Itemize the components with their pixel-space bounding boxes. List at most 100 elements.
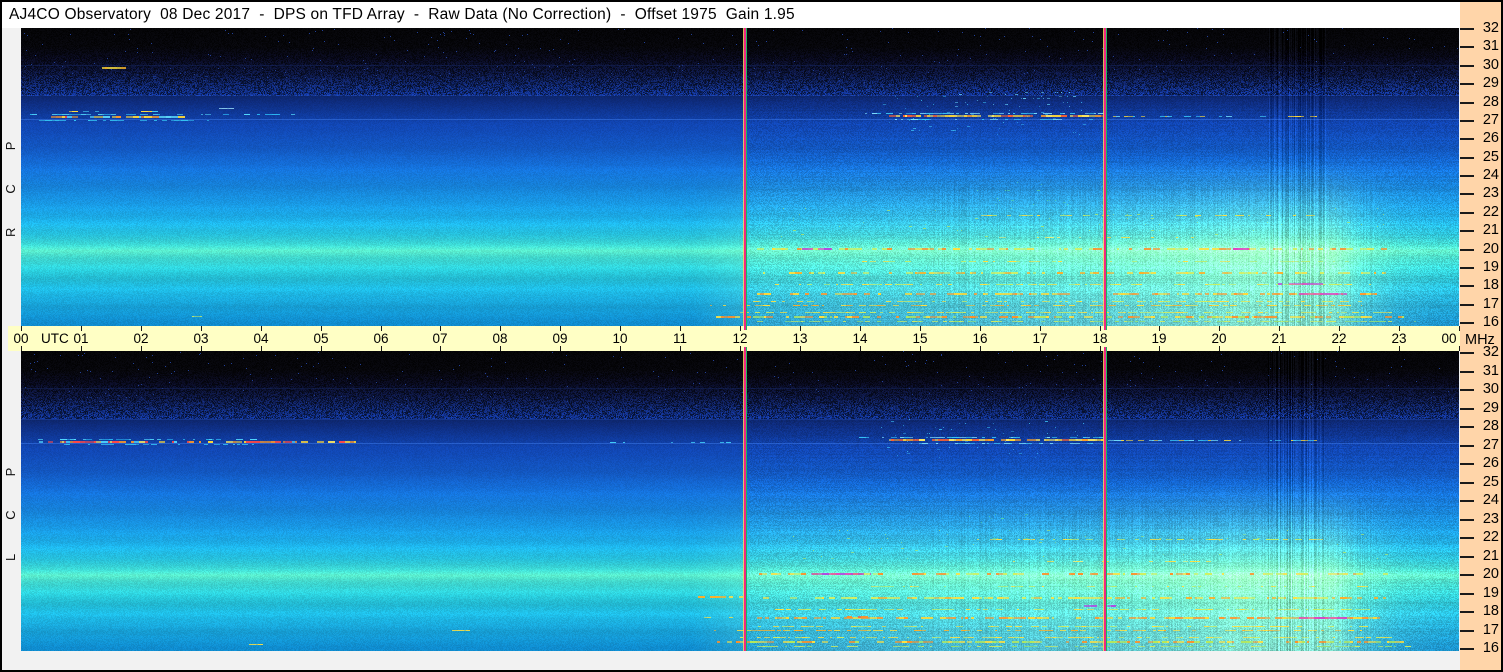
freq-tick-label: 25	[1482, 149, 1499, 165]
time-tick-label: 23	[1391, 331, 1407, 346]
time-tick-label: 09	[552, 331, 568, 346]
event-line-tick	[1104, 347, 1107, 351]
freq-tick	[1460, 463, 1474, 465]
time-tick	[201, 346, 202, 351]
time-tick	[1100, 346, 1101, 351]
time-tick	[1040, 346, 1041, 351]
lcp-label-text: LCP	[3, 433, 18, 561]
time-tick-label: 00	[1441, 331, 1457, 346]
event-line-tick	[1104, 326, 1107, 330]
freq-tick	[1460, 445, 1474, 447]
time-tick	[920, 346, 921, 351]
rcp-label-text: RCP	[3, 107, 18, 237]
time-tick-label: 06	[373, 331, 389, 346]
freq-tick	[1460, 28, 1474, 30]
freq-tick-label: 18	[1482, 603, 1499, 619]
freq-tick	[1460, 267, 1474, 269]
freq-tick	[1460, 102, 1474, 104]
time-tick-label: 04	[253, 331, 269, 346]
freq-tick	[1460, 249, 1474, 251]
time-tick-label: 13	[792, 331, 808, 346]
event-line-tick	[744, 326, 747, 330]
time-tick-label: 20	[1211, 331, 1227, 346]
time-tick-label: 11	[672, 331, 687, 346]
freq-tick	[1460, 574, 1474, 576]
time-tick	[1399, 346, 1400, 351]
time-tick	[680, 346, 681, 351]
freq-tick-label: 22	[1482, 529, 1499, 545]
time-tick	[980, 346, 981, 351]
time-tick	[620, 346, 621, 351]
freq-tick	[1460, 83, 1474, 85]
freq-tick-label: 28	[1482, 418, 1499, 434]
freq-tick	[1460, 230, 1474, 232]
freq-tick-label: 27	[1482, 112, 1499, 128]
freq-tick-label: 20	[1482, 566, 1499, 582]
rcp-spectrogram-canvas	[21, 28, 1459, 326]
freq-tick-label: 29	[1482, 400, 1499, 416]
window-title: AJ4CO Observatory 08 Dec 2017 - DPS on T…	[9, 6, 795, 23]
freq-tick-label: 26	[1482, 130, 1499, 146]
freq-tick	[1460, 285, 1474, 287]
freq-tick	[1460, 500, 1474, 502]
time-tick-label: 03	[193, 331, 209, 346]
time-tick-label: 05	[313, 331, 329, 346]
freq-tick	[1460, 193, 1474, 195]
freq-tick-label: 31	[1482, 363, 1499, 379]
freq-tick-label: 26	[1482, 455, 1499, 471]
time-tick	[740, 346, 741, 351]
freq-tick-label: 27	[1482, 437, 1499, 453]
time-tick	[141, 346, 142, 351]
time-tick-label: 12	[732, 331, 748, 346]
freq-tick-label: 23	[1482, 185, 1499, 201]
freq-tick-label: 21	[1482, 548, 1499, 564]
spectrograph-window: AJ4CO Observatory 08 Dec 2017 - DPS on T…	[0, 0, 1503, 672]
event-line-tick	[744, 347, 747, 351]
frequency-axis: 32 31 30 29 28 27 26 25 24 23 22 21 20 19 18 17 16 32 31 30…	[1460, 2, 1501, 670]
freq-tick-label: 32	[1482, 20, 1499, 36]
freq-tick	[1460, 304, 1474, 306]
utc-unit-label: UTC	[41, 331, 69, 346]
time-axis: 00 01 02 03 04 05 06 07 08 09 10 11 12 13 14 15 16 17 18 19…	[8, 326, 1460, 351]
time-tick-label: 14	[852, 331, 868, 346]
freq-tick	[1460, 371, 1474, 373]
freq-tick-label: 25	[1482, 474, 1499, 490]
time-tick-label: 10	[612, 331, 628, 346]
freq-tick	[1460, 212, 1474, 214]
freq-tick	[1460, 138, 1474, 140]
time-tick-label: 16	[972, 331, 988, 346]
freq-tick	[1460, 389, 1474, 391]
time-tick	[261, 346, 262, 351]
freq-tick	[1460, 175, 1474, 177]
rcp-polarization-label: RCP	[3, 108, 18, 237]
freq-tick	[1460, 408, 1474, 410]
freq-tick-label: 30	[1482, 381, 1499, 397]
freq-tick	[1460, 537, 1474, 539]
time-tick	[1159, 346, 1160, 351]
lcp-spectrogram-canvas	[21, 351, 1459, 651]
time-tick	[560, 346, 561, 351]
freq-tick	[1460, 630, 1474, 632]
time-tick	[1219, 346, 1220, 351]
time-tick	[440, 346, 441, 351]
freq-tick-label: 17	[1482, 622, 1499, 638]
time-tick-label: 01	[73, 331, 89, 346]
freq-tick-label: 31	[1482, 38, 1499, 54]
time-tick-label: 08	[492, 331, 508, 346]
freq-tick	[1460, 352, 1474, 354]
time-tick-label: 19	[1151, 331, 1167, 346]
freq-tick	[1460, 322, 1474, 324]
freq-tick-label: 19	[1482, 259, 1499, 275]
freq-tick-label: 16	[1482, 314, 1499, 330]
freq-tick	[1460, 157, 1474, 159]
time-tick-label: 18	[1092, 331, 1108, 346]
mhz-unit-label: MHz	[1465, 332, 1495, 348]
time-tick	[21, 346, 22, 351]
freq-tick	[1460, 482, 1474, 484]
freq-tick	[1460, 120, 1474, 122]
time-tick-label: 17	[1032, 331, 1048, 346]
freq-tick	[1460, 648, 1474, 650]
freq-tick	[1460, 519, 1474, 521]
time-tick	[81, 346, 82, 351]
freq-tick-label: 18	[1482, 277, 1499, 293]
